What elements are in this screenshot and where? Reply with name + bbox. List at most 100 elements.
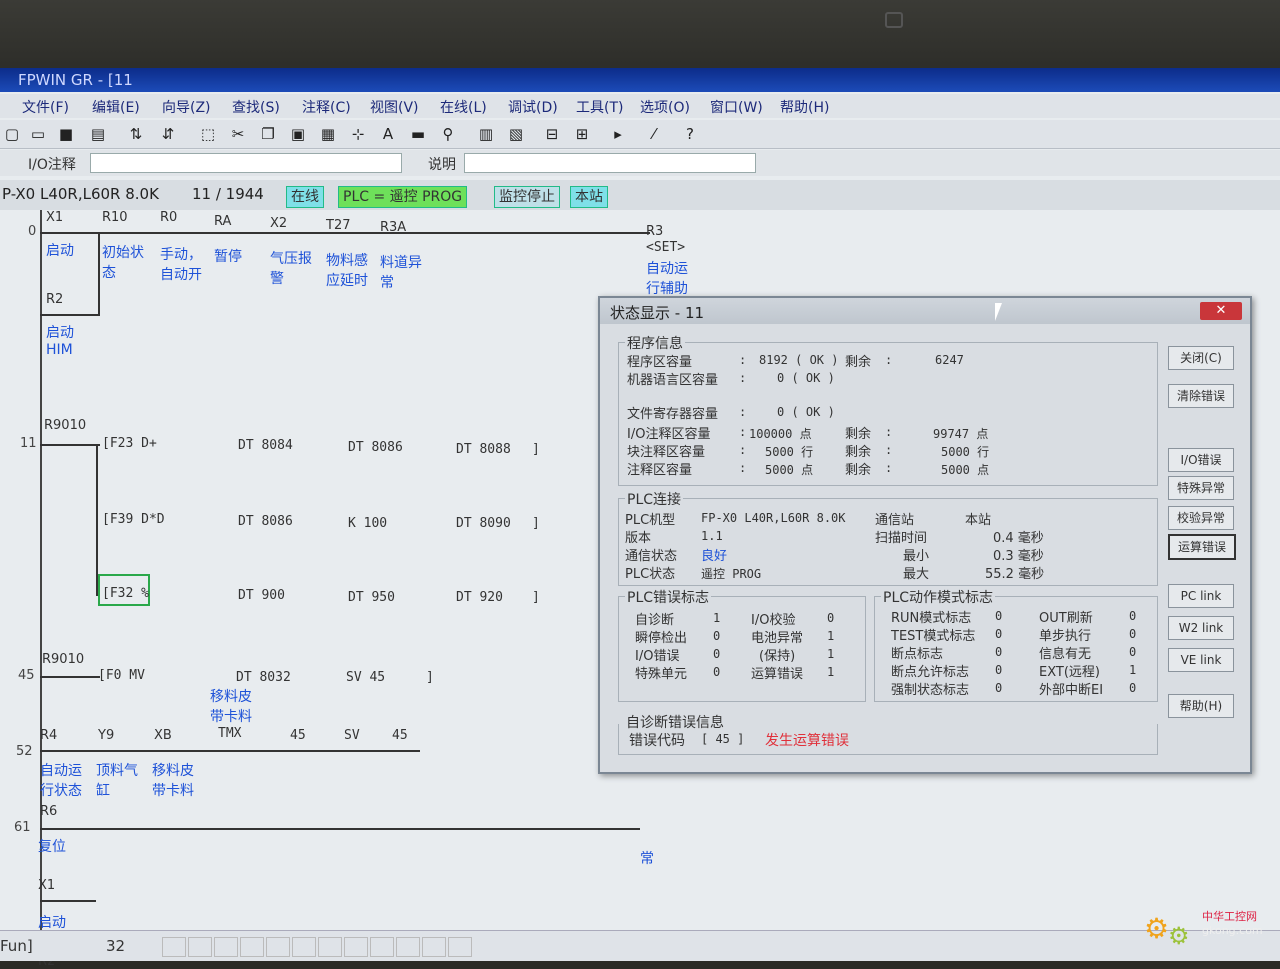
menu-wizard[interactable]: 向导(Z) — [162, 97, 211, 117]
flag-label: 断点允许标志 — [891, 665, 970, 680]
flag-value: 0 — [995, 609, 1003, 623]
menu-debug[interactable]: 调试(D) — [508, 97, 558, 117]
run-icon[interactable]: ▸ — [608, 124, 628, 144]
contact-label[interactable]: RA — [214, 214, 231, 229]
find-icon[interactable]: ⚲ — [438, 124, 458, 144]
instruction-f32[interactable]: [F32 % — [102, 586, 149, 601]
operand: DT 8032 — [236, 670, 291, 685]
function-key[interactable] — [214, 937, 238, 957]
menu-edit[interactable]: 编辑(E) — [92, 97, 140, 117]
operand: DT 8088 — [456, 442, 511, 457]
instruction-f0[interactable]: [F0 MV — [98, 668, 145, 683]
function-key[interactable] — [266, 937, 290, 957]
menu-online[interactable]: 在线(L) — [440, 97, 487, 117]
calc-error-button[interactable]: 运算错误 — [1168, 534, 1236, 560]
plc-mode-flags-group: PLC动作模式标志 RUN模式标志 0 OUT刷新 0 TEST模式标志 0 单… — [874, 587, 1158, 702]
menu-find[interactable]: 查找(S) — [232, 97, 280, 117]
contact-label[interactable]: X1 — [46, 210, 63, 225]
print-icon[interactable]: ▤ — [88, 124, 108, 144]
contact-label[interactable]: R9010 — [44, 418, 86, 433]
contact-label[interactable]: R4 — [40, 728, 57, 743]
menu-comment[interactable]: 注释(C) — [302, 97, 351, 117]
menu-view[interactable]: 视图(V) — [370, 97, 419, 117]
menu-help[interactable]: 帮助(H) — [780, 97, 829, 117]
transfer-down-icon[interactable]: ⇵ — [158, 124, 178, 144]
window-title: FPWIN GR - [11 — [18, 71, 133, 89]
ve-link-button[interactable]: VE link — [1168, 648, 1234, 672]
insert-icon[interactable]: ⊹ — [348, 124, 368, 144]
function-key[interactable] — [370, 937, 394, 957]
w2-link-button[interactable]: W2 link — [1168, 616, 1234, 640]
select-icon[interactable]: ⬚ — [198, 124, 218, 144]
function-key[interactable] — [396, 937, 420, 957]
close-icon[interactable]: ✕ — [1200, 302, 1242, 320]
copy-icon[interactable]: ❐ — [258, 124, 278, 144]
new-file-icon[interactable]: ▢ — [2, 124, 22, 144]
contact-label[interactable]: X2 — [270, 216, 287, 231]
flag-value: 1 — [827, 665, 835, 679]
monitor-icon[interactable]: ▥ — [476, 124, 496, 144]
flag-value: 0 — [1129, 681, 1137, 695]
menu-tools[interactable]: 工具(T) — [576, 97, 623, 117]
instruction-f23[interactable]: [F23 D+ — [102, 436, 157, 451]
contact-label[interactable]: R6 — [40, 804, 57, 819]
menu-options[interactable]: 选项(O) — [640, 97, 690, 117]
function-key[interactable] — [188, 937, 212, 957]
help-icon[interactable]: ? — [680, 124, 700, 144]
contact-label[interactable]: T27 — [326, 218, 350, 233]
close-button[interactable]: 关闭(C) — [1168, 346, 1234, 370]
cut-icon[interactable]: ✂ — [228, 124, 248, 144]
function-key[interactable] — [422, 937, 446, 957]
verify-error-button[interactable]: 校验异常 — [1168, 506, 1234, 530]
function-key[interactable] — [162, 937, 186, 957]
contact-label[interactable]: XB — [154, 728, 172, 743]
operand: DT 950 — [348, 590, 395, 605]
flag-value: 0 — [1129, 645, 1137, 659]
contact-label[interactable]: R0 — [160, 210, 177, 225]
contact-label[interactable]: R3A — [380, 220, 406, 235]
flag-value: 0 — [713, 665, 721, 679]
watermark-logo: ⚙ ⚙ 中华工控网 gkong.com — [1140, 906, 1270, 954]
paste-icon[interactable]: ▣ — [288, 124, 308, 144]
help-button[interactable]: 帮助(H) — [1168, 694, 1234, 718]
grid-icon[interactable]: ▦ — [318, 124, 338, 144]
io-icon[interactable]: ⊟ — [542, 124, 562, 144]
diag-group: 错误代码 [ 45 ] 发生运算错误 — [618, 724, 1158, 755]
contact-label[interactable]: X1 — [38, 878, 55, 893]
instruction-comment: 移料皮带卡料 — [210, 689, 252, 725]
coil-label[interactable]: R3 — [646, 224, 663, 239]
function-key[interactable] — [240, 937, 264, 957]
flag-label: (保持) — [759, 649, 796, 664]
contact-label[interactable]: R2 — [46, 292, 63, 307]
menu-window[interactable]: 窗口(W) — [710, 97, 763, 117]
io-error-button[interactable]: I/O错误 — [1168, 448, 1234, 472]
function-key[interactable] — [344, 937, 368, 957]
contact-label[interactable]: R10 — [102, 210, 128, 225]
rung-number: 45 — [18, 668, 35, 683]
block-icon[interactable]: ▬ — [408, 124, 428, 144]
function-key[interactable] — [292, 937, 316, 957]
contact-label[interactable]: Y9 — [98, 728, 114, 743]
flag-label: 特殊单元 — [635, 667, 688, 682]
function-key[interactable] — [448, 937, 472, 957]
camera-icon — [885, 12, 903, 28]
info-value: 100000 点 — [749, 427, 812, 441]
transfer-up-icon[interactable]: ⇅ — [126, 124, 146, 144]
special-error-button[interactable]: 特殊异常 — [1168, 476, 1234, 500]
open-folder-icon[interactable]: ▭ — [28, 124, 48, 144]
description-field[interactable] — [464, 153, 756, 173]
font-icon[interactable]: A — [378, 124, 398, 144]
save-icon[interactable]: ■ — [56, 124, 76, 144]
clear-error-button[interactable]: 清除错误 — [1168, 384, 1234, 408]
monitor-data-icon[interactable]: ▧ — [506, 124, 526, 144]
instruction-f39[interactable]: [F39 D*D — [102, 512, 165, 527]
timer-instruction[interactable]: TMX — [218, 726, 241, 741]
io-comment-field[interactable] — [90, 153, 402, 173]
plc-icon[interactable]: ⊞ — [572, 124, 592, 144]
contact-label[interactable]: R9010 — [42, 652, 84, 667]
pc-link-button[interactable]: PC link — [1168, 584, 1234, 608]
coil-comment: 常 — [640, 851, 654, 867]
function-key[interactable] — [318, 937, 342, 957]
mode-icon[interactable]: ⁄ — [644, 124, 664, 144]
menu-file[interactable]: 文件(F) — [22, 97, 69, 117]
